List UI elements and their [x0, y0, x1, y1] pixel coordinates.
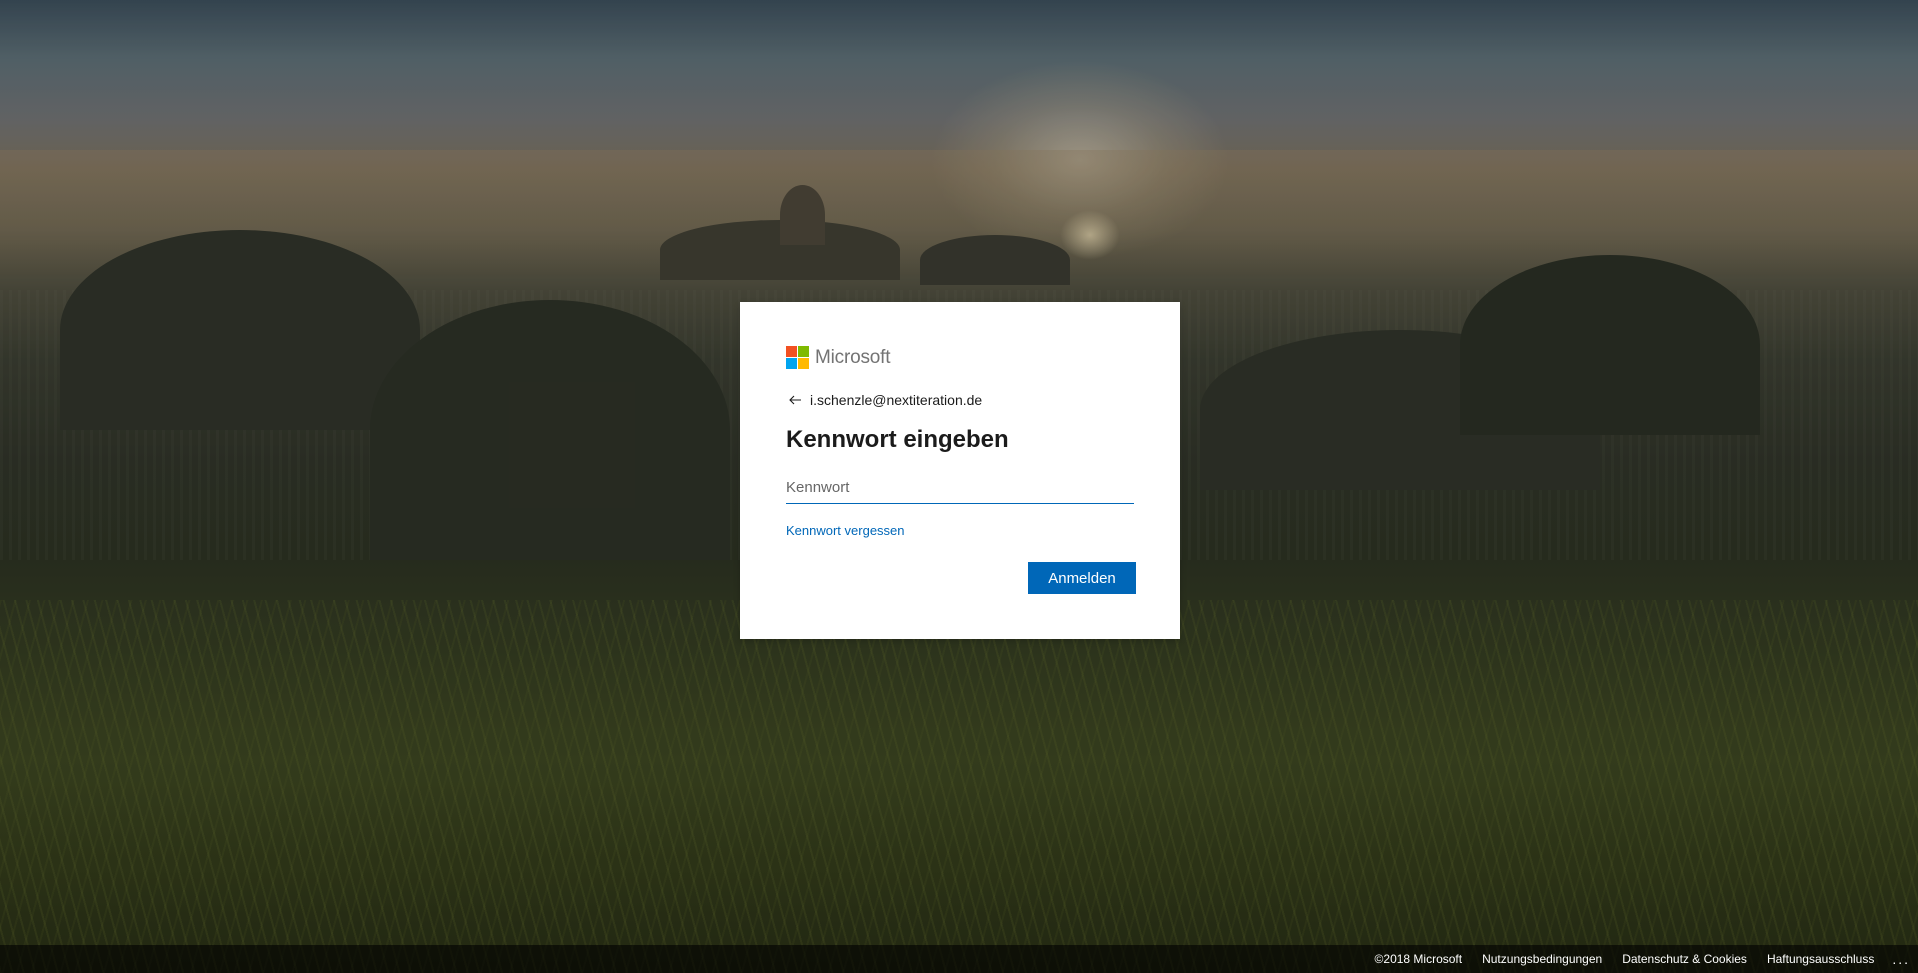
more-options-icon[interactable]: ...	[1892, 951, 1910, 967]
logo-square-green	[798, 346, 809, 357]
microsoft-logo-icon	[786, 346, 809, 369]
footer: ©2018 Microsoft Nutzungsbedingungen Date…	[0, 945, 1918, 973]
identity-banner[interactable]: i.schenzle@nextiteration.de	[788, 392, 982, 408]
microsoft-logo: Microsoft	[786, 346, 890, 369]
footer-copyright: ©2018 Microsoft	[1374, 952, 1463, 966]
identity-email: i.schenzle@nextiteration.de	[810, 392, 983, 408]
login-card: Microsoft i.schenzle@nextiteration.de Ke…	[740, 302, 1180, 639]
page-title: Kennwort eingeben	[786, 426, 1009, 453]
logo-square-red	[786, 346, 797, 357]
password-input[interactable]	[786, 472, 1134, 504]
sign-in-button[interactable]: Anmelden	[1028, 562, 1136, 594]
footer-disclaimer-link[interactable]: Haftungsausschluss	[1767, 952, 1874, 966]
logo-square-blue	[786, 358, 797, 369]
forgot-password-link[interactable]: Kennwort vergessen	[786, 523, 905, 538]
arrow-left-icon[interactable]	[788, 393, 802, 407]
footer-privacy-link[interactable]: Datenschutz & Cookies	[1622, 952, 1747, 966]
logo-square-yellow	[798, 358, 809, 369]
logo-text: Microsoft	[815, 346, 891, 368]
footer-terms-link[interactable]: Nutzungsbedingungen	[1482, 952, 1602, 966]
